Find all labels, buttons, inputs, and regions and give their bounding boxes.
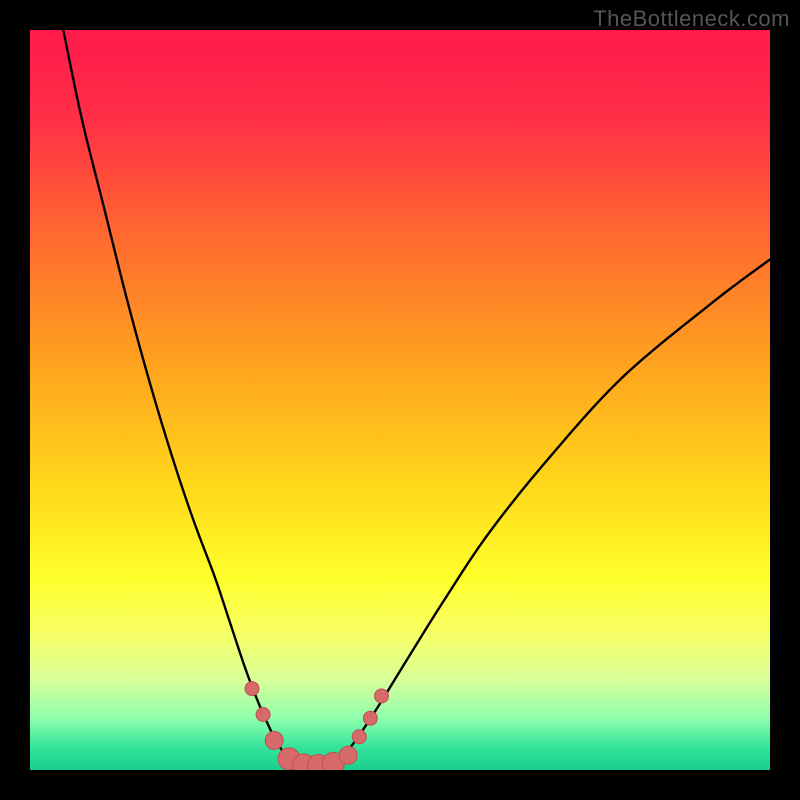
marker-point bbox=[265, 731, 283, 749]
chart-svg bbox=[30, 30, 770, 770]
marker-point bbox=[245, 682, 259, 696]
marker-point bbox=[363, 711, 377, 725]
marker-point bbox=[256, 708, 270, 722]
watermark-text: TheBottleneck.com bbox=[593, 6, 790, 32]
marker-point bbox=[375, 689, 389, 703]
marker-point bbox=[339, 746, 357, 764]
gradient-background bbox=[30, 30, 770, 770]
plot-area bbox=[30, 30, 770, 770]
marker-point bbox=[352, 730, 366, 744]
chart-frame: TheBottleneck.com bbox=[0, 0, 800, 800]
